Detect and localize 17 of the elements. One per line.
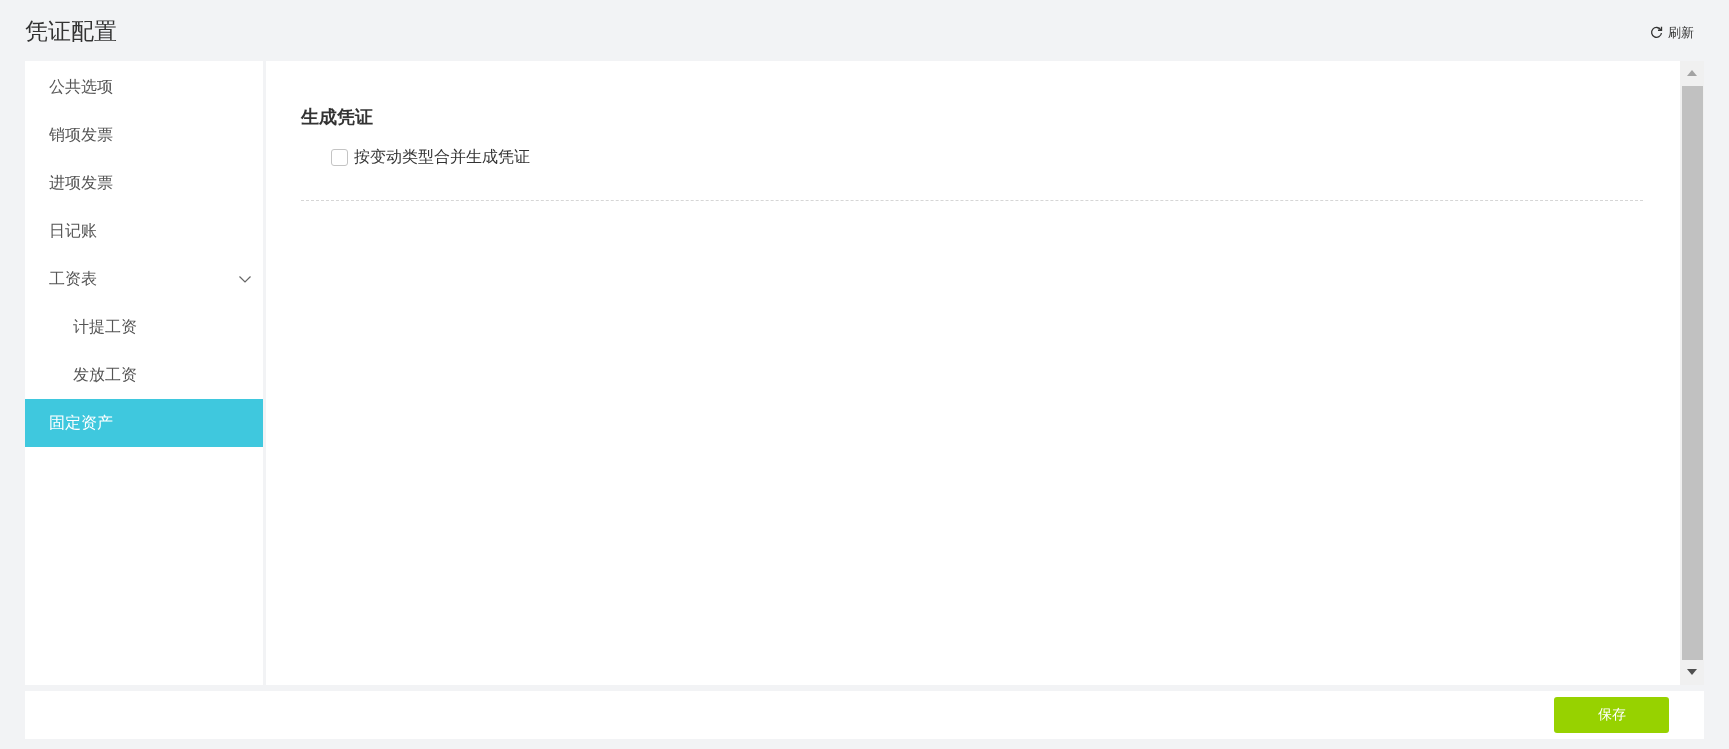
- sidebar-subitem[interactable]: 发放工资: [25, 351, 263, 399]
- checkbox[interactable]: [331, 149, 348, 166]
- sidebar-item[interactable]: 工资表: [25, 255, 263, 303]
- sidebar-item[interactable]: 销项发票: [25, 111, 263, 159]
- refresh-icon: [1650, 26, 1663, 39]
- section-title: 生成凭证: [301, 105, 373, 129]
- checkbox-label[interactable]: 按变动类型合并生成凭证: [354, 147, 530, 168]
- sidebar-item[interactable]: 公共选项: [25, 63, 263, 111]
- page-title: 凭证配置: [25, 16, 117, 46]
- scroll-up-icon[interactable]: [1687, 70, 1697, 76]
- chevron-icon[interactable]: [239, 275, 251, 283]
- refresh-button[interactable]: 刷新: [1646, 21, 1698, 44]
- scrollbar-thumb[interactable]: [1681, 86, 1703, 660]
- scroll-down-icon[interactable]: [1687, 669, 1697, 675]
- sidebar-item[interactable]: 日记账: [25, 207, 263, 255]
- sidebar-item[interactable]: 进项发票: [25, 159, 263, 207]
- sidebar-subitem[interactable]: 计提工资: [25, 303, 263, 351]
